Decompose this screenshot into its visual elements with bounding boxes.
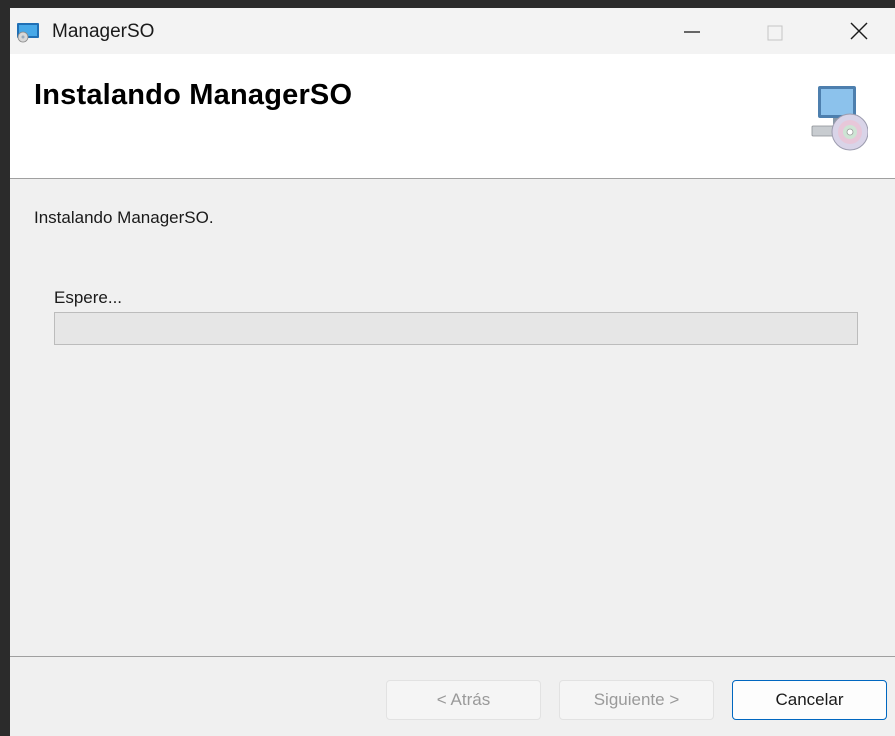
minimize-button[interactable]	[655, 8, 725, 54]
computer-cd-icon	[808, 76, 869, 156]
back-button[interactable]: < Atrás	[386, 680, 541, 720]
wizard-header: Instalando ManagerSO	[10, 54, 895, 179]
minimize-icon	[684, 31, 700, 33]
close-icon	[850, 22, 868, 40]
maximize-icon	[767, 25, 783, 41]
title-bar[interactable]: ManagerSO	[10, 8, 895, 54]
progress-label: Espere...	[54, 288, 123, 307]
close-button[interactable]	[825, 8, 895, 54]
maximize-button[interactable]	[750, 8, 820, 54]
page-title: Instalando ManagerSO	[34, 79, 353, 111]
footer-divider	[10, 656, 895, 657]
installer-window: ManagerSO Instalando ManagerSO Instaland…	[10, 8, 895, 736]
installer-app-icon	[16, 21, 40, 43]
window-title: ManagerSO	[52, 21, 155, 42]
next-button[interactable]: Siguiente >	[559, 680, 714, 720]
status-message: Instalando ManagerSO.	[34, 208, 214, 227]
progress-bar	[54, 312, 858, 345]
cancel-button[interactable]: Cancelar	[732, 680, 887, 720]
